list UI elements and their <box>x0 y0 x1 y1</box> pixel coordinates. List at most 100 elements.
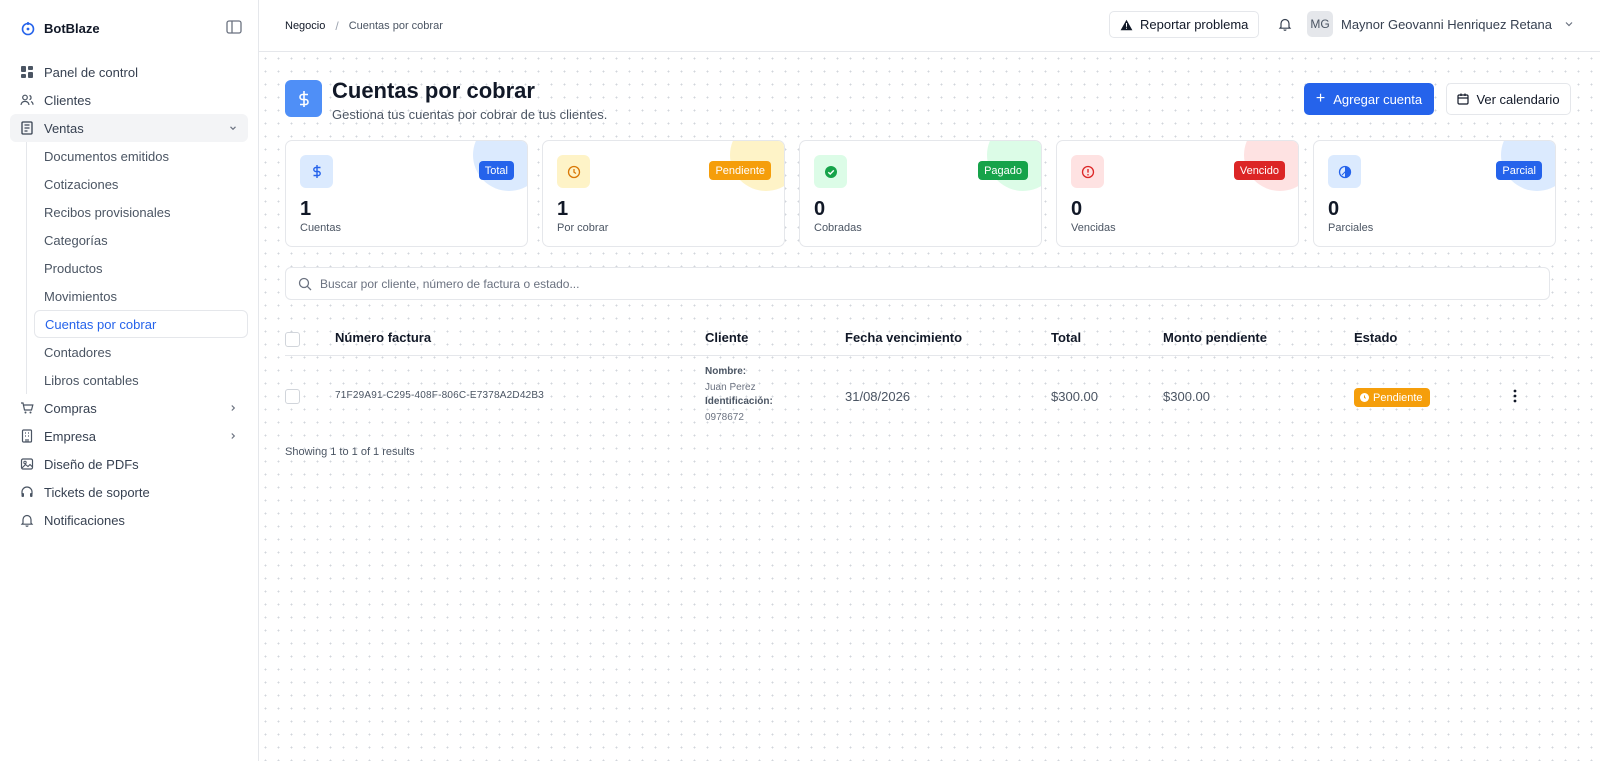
sidebar-subitem-libros-contables[interactable]: Libros contables <box>34 366 248 394</box>
column-header-pending-amount[interactable]: Monto pendiente <box>1163 330 1267 345</box>
sidebar-item-notificaciones[interactable]: Notificaciones <box>10 506 248 534</box>
page-header: Cuentas por cobrar Gestiona tus cuentas … <box>285 80 607 122</box>
alert-circle-icon <box>1071 155 1104 188</box>
card-value: 0 <box>1071 198 1083 220</box>
card-label: Vencidas <box>1071 222 1116 234</box>
report-problem-button[interactable]: Reportar problema <box>1109 11 1260 38</box>
sidebar-subitem-cuentas-por-cobrar[interactable]: Cuentas por cobrar <box>34 310 248 338</box>
plus-icon: + <box>1315 90 1326 107</box>
add-account-label: Agregar cuenta <box>1333 91 1423 107</box>
sidebar-subitem-cotizaciones[interactable]: Cotizaciones <box>34 170 248 198</box>
sidebar-subitem-movimientos[interactable]: Movimientos <box>34 282 248 310</box>
sidebar-item-tickets-de-soporte[interactable]: Tickets de soporte <box>10 478 248 506</box>
pdf-icon <box>20 457 34 471</box>
table-header: Número factura Cliente Fecha vencimiento… <box>285 322 1550 356</box>
sidebar-subitem-label: Recibos provisionales <box>44 204 171 220</box>
card-value: 1 <box>300 198 312 220</box>
search-icon <box>298 277 312 290</box>
sidebar-subitem-documentos-emitidos[interactable]: Documentos emitidos <box>34 142 248 170</box>
sidebar-toggle-icon[interactable] <box>226 20 242 34</box>
logo-icon <box>21 22 35 36</box>
select-all-checkbox[interactable] <box>285 332 300 347</box>
bell-icon <box>20 513 34 527</box>
table-row[interactable]: 71F29A91-C295-408F-806C-E7378A2D42B3 Nom… <box>285 356 1550 436</box>
sidebar-subitem-categorias[interactable]: Categorías <box>34 226 248 254</box>
user-menu[interactable]: MG Maynor Geovanni Henriquez Retana <box>1307 11 1574 37</box>
column-header-status[interactable]: Estado <box>1354 330 1397 345</box>
card-value: 1 <box>557 198 569 220</box>
sidebar-subitem-contadores[interactable]: Contadores <box>34 338 248 366</box>
status-label: Pendiente <box>1373 391 1423 404</box>
view-calendar-button[interactable]: Ver calendario <box>1446 83 1571 115</box>
headset-icon <box>20 485 34 499</box>
sidebar-subitem-recibos-provisionales[interactable]: Recibos provisionales <box>34 198 248 226</box>
client-id-label: Identificación: <box>705 396 773 407</box>
card-badge: Total <box>478 161 514 180</box>
add-account-button[interactable]: + Agregar cuenta <box>1304 83 1434 115</box>
report-problem-label: Reportar problema <box>1140 17 1249 32</box>
sidebar-item-label: Compras <box>44 400 97 416</box>
sidebar-subitem-productos[interactable]: Productos <box>34 254 248 282</box>
calendar-icon <box>1457 93 1470 105</box>
partial-circle-icon <box>1328 155 1361 188</box>
row-checkbox[interactable] <box>285 389 300 404</box>
building-icon <box>20 429 34 443</box>
sidebar-item-label: Empresa <box>44 428 97 444</box>
brand[interactable]: BotBlaze <box>10 0 248 56</box>
column-header-invoice[interactable]: Número factura <box>335 330 431 345</box>
sidebar-item-empresa[interactable]: Empresa <box>10 422 248 450</box>
breadcrumb-separator: / <box>335 18 339 33</box>
sidebar-item-ventas[interactable]: Ventas <box>10 114 248 142</box>
pagination-summary: Showing 1 to 1 of 1 results <box>285 446 415 458</box>
dollar-icon <box>285 80 322 117</box>
column-header-client[interactable]: Cliente <box>705 330 748 345</box>
ventas-submenu: Documentos emitidos Cotizaciones Recibos… <box>26 142 248 394</box>
chevron-down-icon <box>1565 22 1573 27</box>
sidebar-item-clientes[interactable]: Clientes <box>10 86 248 114</box>
pending-amount: $300.00 <box>1163 389 1210 404</box>
invoice-number: 71F29A91-C295-408F-806C-E7378A2D42B3 <box>335 390 544 401</box>
breadcrumb-negocio[interactable]: Negocio <box>285 20 325 32</box>
client-name: Juan Perez <box>705 382 756 393</box>
main-content: Negocio / Cuentas por cobrar Reportar pr… <box>259 0 1600 761</box>
column-header-total[interactable]: Total <box>1051 330 1081 345</box>
client-name-label: Nombre: <box>705 366 747 377</box>
sidebar-item-label: Ventas <box>44 120 84 136</box>
check-circle-icon <box>814 155 847 188</box>
page-subtitle: Gestiona tus cuentas por cobrar de tus c… <box>332 107 608 122</box>
card-value: 0 <box>1328 198 1340 220</box>
warning-icon <box>1120 19 1133 30</box>
notifications-bell-icon[interactable] <box>1278 17 1292 31</box>
sidebar-item-label: Panel de control <box>44 64 138 80</box>
accounts-table: Número factura Cliente Fecha vencimiento… <box>285 322 1550 436</box>
brand-name: BotBlaze <box>44 20 100 36</box>
sidebar-subitem-label: Categorías <box>44 232 108 248</box>
card-badge: Vencido <box>1233 161 1285 180</box>
sidebar-item-compras[interactable]: Compras <box>10 394 248 422</box>
card-label: Por cobrar <box>557 222 609 234</box>
sidebar-item-label: Tickets de soporte <box>44 484 150 500</box>
more-options-icon[interactable] <box>1513 389 1517 403</box>
status-badge: Pendiente <box>1354 388 1430 407</box>
breadcrumb-current: Cuentas por cobrar <box>348 19 443 32</box>
users-icon <box>20 93 34 107</box>
page-title: Cuentas por cobrar <box>332 78 535 103</box>
sidebar-subitem-label: Movimientos <box>44 288 117 304</box>
sidebar-subitem-label: Cuentas por cobrar <box>45 316 157 332</box>
card-label: Cobradas <box>814 222 862 234</box>
sidebar-subitem-label: Libros contables <box>44 372 139 388</box>
summary-card-pagado: Pagado 0 Cobradas <box>799 140 1042 247</box>
sidebar-item-diseno-de-pdfs[interactable]: Diseño de PDFs <box>10 450 248 478</box>
sidebar-item-label: Diseño de PDFs <box>44 456 139 472</box>
summary-cards: Total 1 Cuentas Pendiente 1 Por cobrar P… <box>285 140 1556 247</box>
sidebar-nav: Panel de control Clientes Ventas Documen… <box>10 58 248 534</box>
sidebar-item-panel-de-control[interactable]: Panel de control <box>10 58 248 86</box>
search-input[interactable] <box>320 276 1520 291</box>
card-label: Parciales <box>1328 222 1374 234</box>
card-badge: Parcial <box>1496 161 1542 180</box>
column-header-due-date[interactable]: Fecha vencimiento <box>845 330 962 345</box>
dollar-icon <box>300 155 333 188</box>
summary-card-vencido: Vencido 0 Vencidas <box>1056 140 1299 247</box>
sidebar-item-label: Clientes <box>44 92 91 108</box>
clock-icon <box>557 155 590 188</box>
